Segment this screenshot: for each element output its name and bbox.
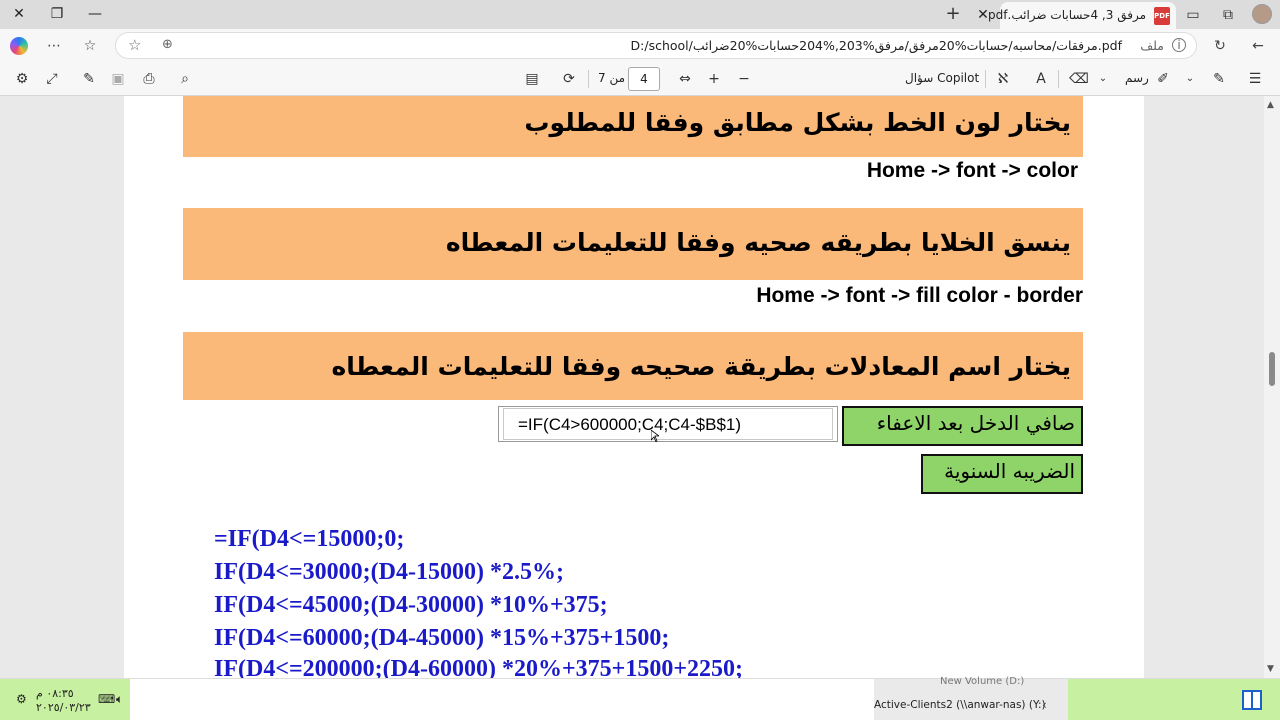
url-box[interactable]: ☆ ⊕ D:/school/مرفقات/محاسبه/حسابات%20مرف… [115, 32, 1197, 59]
menu-path-2: Home -> font -> fill color - border [756, 284, 1083, 307]
copilot-logo-icon[interactable] [10, 37, 28, 55]
window-icon[interactable] [1242, 690, 1262, 710]
chevron-left-icon[interactable]: ‹ [1042, 698, 1047, 712]
tab-actions-icon[interactable]: ▭ [1183, 5, 1203, 25]
pdf-page: يختار لون الخط بشكل مطابق وفقا للمطلوب H… [124, 96, 1144, 678]
notification-icon[interactable]: ⚙ [16, 692, 27, 706]
settings-icon[interactable]: ⚙ [12, 69, 32, 89]
zoom-in-icon[interactable]: + [704, 69, 724, 89]
favorites-icon[interactable]: ☆ [80, 36, 100, 56]
info-icon[interactable]: i [1172, 38, 1186, 52]
workspaces-icon[interactable]: ⧉ [1218, 5, 1238, 25]
formula-cell[interactable]: =IF(C4>600000;C4;C4-$B$1) [498, 406, 838, 442]
scrollbar-thumb[interactable] [1269, 352, 1275, 386]
zoom-out-icon[interactable]: − [734, 69, 754, 89]
code-line: IF(D4<=200000;(D4-60000) *20%+375+1500+2… [214, 656, 743, 678]
new-tab-icon[interactable]: + [942, 3, 964, 25]
title-bar: ✕ ❐ — + ✕ مرفق 3, 4حسابات ضرائب.pdf PDF … [0, 0, 1280, 29]
save-as-icon[interactable]: ✎ [79, 69, 99, 89]
network-icon[interactable]: ⌨ [98, 692, 115, 706]
toolbar-divider [1058, 70, 1059, 88]
minimize-window-icon[interactable]: — [82, 4, 108, 24]
fit-page-icon[interactable]: ⇔ [675, 69, 695, 89]
scroll-down-icon[interactable]: ▼ [1267, 664, 1274, 674]
fullscreen-icon[interactable]: ⤢ [42, 69, 62, 89]
clock-time[interactable]: ٠٨:٣٥ م [36, 687, 74, 700]
more-icon[interactable]: ⋯ [44, 36, 64, 56]
pdf-viewer[interactable]: يختار لون الخط بشكل مطابق وفقا للمطلوب H… [0, 96, 1264, 678]
back-icon[interactable]: ← [1248, 36, 1268, 56]
menu-icon[interactable]: ☰ [1245, 69, 1265, 89]
close-window-icon[interactable]: ✕ [6, 4, 32, 24]
read-aloud-icon[interactable]: ℵ [993, 69, 1013, 89]
drive-item-d[interactable]: New Volume (D:) [940, 676, 1024, 687]
eraser-icon[interactable]: ⌫ [1069, 69, 1089, 89]
mouse-cursor-icon [651, 430, 659, 442]
search-icon[interactable]: ⌕ [175, 69, 195, 89]
toolbar-divider [588, 70, 589, 88]
zoom-icon[interactable]: ⊕ [162, 37, 173, 52]
refresh-icon[interactable]: ↻ [1210, 36, 1230, 56]
toolbar-divider [985, 70, 986, 88]
add-favorite-icon[interactable]: ☆ [128, 36, 141, 54]
code-line: IF(D4<=30000;(D4-15000) *2.5%; [214, 559, 564, 585]
drive-list[interactable]: New Volume (D:) Active-Clients2 (\\anwar… [874, 676, 1068, 720]
taskbar-right [1068, 679, 1280, 720]
formula-text: =IF(C4>600000;C4;C4-$B$1) [518, 415, 742, 434]
net-income-label: صافي الدخل بعد الاعفاء [876, 411, 1075, 435]
band-3-text: يختار اسم المعادلات بطريقة صحيحه وفقا لل… [331, 352, 1071, 381]
vertical-scrollbar[interactable]: ▲ ▼ [1264, 96, 1280, 678]
green-cell-net-income: صافي الدخل بعد الاعفاء [842, 406, 1083, 446]
pdf-file-icon: PDF [1154, 7, 1170, 25]
draw-pen-icon[interactable]: ✐ [1153, 69, 1173, 89]
page-number-input[interactable]: 4 [628, 67, 660, 91]
band-1-text: يختار لون الخط بشكل مطابق وفقا للمطلوب [524, 108, 1071, 137]
tab-pdf[interactable]: ✕ مرفق 3, 4حسابات ضرائب.pdf PDF [977, 2, 1176, 29]
menu-path-1: Home -> font -> color [866, 159, 1078, 182]
orange-band-2: ينسق الخلايا بطريقه صحيه وفقا للتعليمات … [183, 208, 1083, 280]
clock-date[interactable]: ٢٠٢٥/٠٣/٢٣ [36, 701, 91, 714]
code-line: =IF(D4<=15000;0; [214, 526, 405, 552]
drive-item-y[interactable]: Active-Clients2 (\\anwar-nas) (Y:) [874, 699, 1046, 711]
url-text: D:/school/مرفقات/محاسبه/حسابات%20مرفق/مر… [630, 38, 1122, 53]
code-line: IF(D4<=45000;(D4-30000) *10%+375; [214, 592, 608, 618]
draw-button[interactable]: رسم [1125, 71, 1149, 85]
code-line: IF(D4<=60000;(D4-45000) *15%+375+1500; [214, 625, 670, 651]
annual-tax-label: الضريبه السنوية [944, 459, 1075, 483]
pdf-toolbar: ⚙ ⤢ ✎ ▣ ⎙ ⌕ ▤ ⟳ من 7 4 ⇔ + − سؤال Copilo… [0, 62, 1280, 96]
save-icon[interactable]: ▣ [108, 69, 128, 89]
text-size-icon[interactable]: A [1031, 69, 1051, 89]
green-cell-annual-tax: الضريبه السنوية [921, 454, 1083, 494]
scroll-up-icon[interactable]: ▲ [1267, 100, 1274, 110]
band-2-text: ينسق الخلايا بطريقه صحيه وفقا للتعليمات … [445, 228, 1071, 257]
avatar[interactable] [1252, 4, 1272, 24]
restore-window-icon[interactable]: ❐ [44, 4, 70, 24]
orange-band-3: يختار اسم المعادلات بطريقة صحيحه وفقا لل… [183, 332, 1083, 400]
address-bar-row: ⋯ ☆ ☆ ⊕ D:/school/مرفقات/محاسبه/حسابات%2… [0, 29, 1280, 62]
formula-inner-box: =IF(C4>600000;C4;C4-$B$1) [503, 408, 833, 440]
url-scheme-label: ملف [1140, 38, 1164, 53]
chevron-down-icon[interactable]: ⌄ [1093, 69, 1113, 89]
taskbar: ⚙ ٠٨:٣٥ م ٢٠٢٥/٠٣/٢٣ ⌨ 🔈︎ New Volume (D:… [0, 676, 1280, 720]
orange-band-1: يختار لون الخط بشكل مطابق وفقا للمطلوب [183, 96, 1083, 157]
chevron-down-icon[interactable]: ⌄ [1180, 69, 1200, 89]
tab-title: مرفق 3, 4حسابات ضرائب.pdf [988, 8, 1146, 22]
rotate-icon[interactable]: ⟳ [559, 69, 579, 89]
page-view-icon[interactable]: ▤ [522, 69, 542, 89]
highlight-icon[interactable]: ✎ [1209, 69, 1229, 89]
volume-icon[interactable]: 🔈︎ [116, 692, 123, 707]
ask-copilot-button[interactable]: سؤال Copilot [905, 71, 979, 85]
page-count-label: من 7 [598, 71, 626, 85]
system-tray: ⚙ ٠٨:٣٥ م ٢٠٢٥/٠٣/٢٣ ⌨ 🔈︎ [0, 679, 130, 720]
print-icon[interactable]: ⎙ [139, 69, 159, 89]
